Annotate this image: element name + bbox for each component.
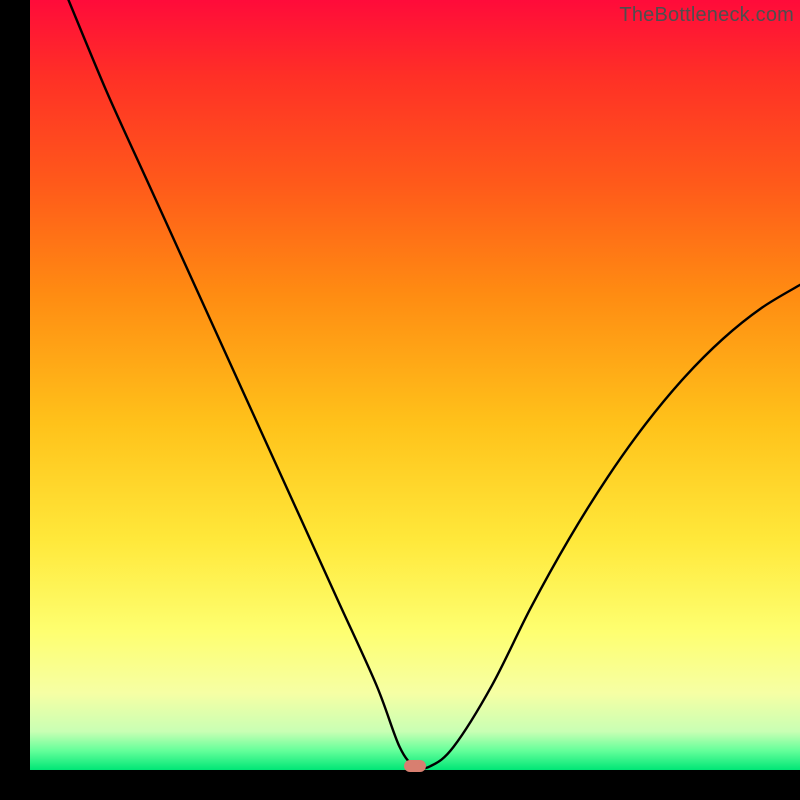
chart-stage: TheBottleneck.com	[0, 0, 800, 800]
bottleneck-curve	[69, 0, 800, 769]
plot-area	[30, 0, 800, 770]
curve-svg	[30, 0, 800, 770]
watermark-text: TheBottleneck.com	[619, 4, 794, 27]
optimal-point-marker	[404, 760, 426, 772]
